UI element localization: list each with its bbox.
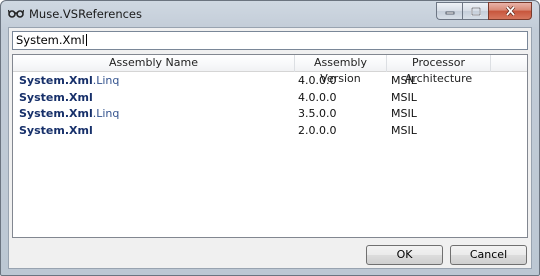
title-bar[interactable]: Muse.VSReferences <box>1 1 539 27</box>
minimize-icon <box>445 11 454 15</box>
assembly-name-match: System.Xml <box>19 123 93 137</box>
cancel-button[interactable]: Cancel <box>450 245 527 265</box>
assembly-version-cell: 3.5.0.0 <box>298 107 337 120</box>
list-header: Assembly Name Assembly Version Processor… <box>13 55 527 85</box>
list-row[interactable]: System.Xml.Linq 3.5.0.0 MSIL <box>13 106 527 123</box>
assembly-name-match: System.Xml <box>19 90 93 104</box>
search-input-value: System.Xml <box>16 33 85 47</box>
search-input[interactable]: System.Xml <box>12 31 528 50</box>
assembly-name-cell: System.Xml <box>19 123 93 139</box>
minimize-button[interactable] <box>436 2 462 20</box>
assembly-version-cell: 4.0.0.0 <box>298 74 337 87</box>
window-title: Muse.VSReferences <box>29 7 143 21</box>
processor-architecture-cell: MSIL <box>391 123 417 137</box>
ok-button[interactable]: OK <box>366 245 443 265</box>
glasses-icon <box>8 9 24 18</box>
list-rows: System.Xml.Linq 4.0.0.0 MSIL System.Xml … <box>13 73 527 139</box>
assembly-name-match: System.Xml <box>19 74 93 87</box>
column-header-assembly-version[interactable]: Assembly Version <box>295 55 387 85</box>
list-row[interactable]: System.Xml.Linq 4.0.0.0 MSIL <box>13 73 527 90</box>
assembly-name-match: System.Xml <box>19 107 93 120</box>
maximize-icon <box>470 6 481 16</box>
list-row[interactable]: System.Xml 2.0.0.0 MSIL <box>13 123 527 140</box>
processor-architecture-cell: MSIL <box>391 107 417 120</box>
maximize-button[interactable] <box>462 2 488 20</box>
processor-architecture-cell: MSIL <box>391 90 417 104</box>
assembly-name-rest: .Linq <box>92 74 120 87</box>
assembly-name-cell: System.Xml.Linq <box>19 106 119 122</box>
assembly-version-cell: 4.0.0.0 <box>298 90 337 104</box>
caption-buttons <box>436 2 532 20</box>
close-icon <box>505 6 515 16</box>
column-header-processor-architecture[interactable]: Processor Architecture <box>387 55 491 85</box>
dialog-window: Muse.VSReferences System.Xml Assembly Na… <box>0 0 540 276</box>
list-row[interactable]: System.Xml 4.0.0.0 MSIL <box>13 90 527 107</box>
processor-architecture-cell: MSIL <box>391 74 417 87</box>
assembly-name-cell: System.Xml.Linq <box>19 73 119 89</box>
text-caret <box>85 34 87 46</box>
dialog-client-area: System.Xml Assembly Name Assembly Versio… <box>8 27 532 269</box>
assembly-list[interactable]: Assembly Name Assembly Version Processor… <box>12 54 528 238</box>
assembly-name-rest: .Linq <box>92 107 120 120</box>
assembly-version-cell: 2.0.0.0 <box>298 123 337 137</box>
column-header-assembly-name[interactable]: Assembly Name <box>13 55 295 72</box>
close-button[interactable] <box>488 2 532 20</box>
assembly-name-cell: System.Xml <box>19 90 93 106</box>
